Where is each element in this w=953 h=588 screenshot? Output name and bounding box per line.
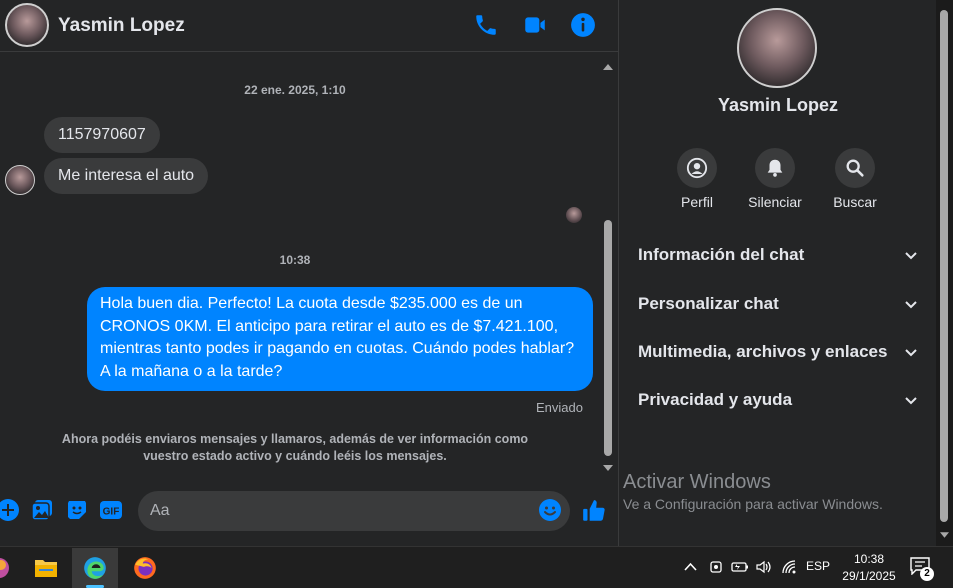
wifi-icon[interactable]: [781, 559, 797, 575]
file-explorer-icon: [35, 560, 57, 577]
chevron-down-icon: [905, 301, 917, 309]
contact-name[interactable]: Yasmin Lopez: [58, 15, 185, 37]
scroll-up-icon[interactable]: [603, 64, 613, 70]
profile-button[interactable]: Perfil: [657, 148, 737, 210]
notification-center[interactable]: 2: [910, 557, 934, 581]
activation-title: Activar Windows: [623, 471, 771, 493]
window-scrollbar[interactable]: [936, 0, 953, 546]
language-indicator[interactable]: ESP: [806, 559, 830, 573]
section-chat-info[interactable]: Información del chat: [638, 243, 918, 267]
composer: GIF: [0, 488, 618, 536]
section-media-files[interactable]: Multimedia, archivos y enlaces: [638, 340, 918, 364]
meet-now-icon[interactable]: [709, 559, 723, 575]
activation-subtitle: Ve a Configuración para activar Windows.: [623, 496, 883, 512]
message-incoming[interactable]: Me interesa el auto: [44, 158, 209, 194]
plus-icon[interactable]: [0, 498, 20, 522]
info-icon[interactable]: [570, 12, 596, 38]
timestamp: 22 ene. 2025, 1:10: [244, 83, 346, 97]
emoji-icon[interactable]: [538, 498, 562, 522]
section-label: Multimedia, archivos y enlaces: [638, 342, 888, 361]
taskbar-file-explorer[interactable]: [23, 548, 69, 588]
search-icon: [846, 159, 864, 177]
battery-icon[interactable]: [731, 560, 749, 574]
chat-scrollbar[interactable]: [600, 60, 616, 475]
section-customize-chat[interactable]: Personalizar chat: [638, 292, 918, 316]
chevron-down-icon: [905, 397, 917, 405]
clock-date: 29/1/2025: [842, 569, 896, 583]
messenger-app: Yasmin Lopez 22 ene. 2025, 1:10 11579706…: [0, 0, 953, 546]
taskbar-firefox[interactable]: [122, 548, 168, 588]
scroll-down-icon[interactable]: [603, 465, 613, 471]
like-icon[interactable]: [581, 498, 607, 524]
avatar[interactable]: [5, 165, 35, 195]
app-icon: [0, 558, 9, 578]
chat-panel: Yasmin Lopez 22 ene. 2025, 1:10 11579706…: [0, 0, 618, 546]
mute-button[interactable]: Silenciar: [735, 148, 815, 210]
gif-icon[interactable]: GIF: [99, 498, 123, 522]
chat-notice: Ahora podéis enviaros mensajes y llamaro…: [61, 432, 529, 463]
volume-icon[interactable]: [755, 560, 773, 574]
image-icon[interactable]: [30, 498, 54, 522]
mute-label: Silenciar: [748, 194, 802, 210]
taskbar-app[interactable]: [0, 548, 22, 588]
profile-label: Perfil: [681, 194, 713, 210]
taskbar: ESP 10:38 29/1/2025 2: [0, 546, 953, 588]
timestamp: 10:38: [279, 253, 311, 267]
window-scroll-thumb[interactable]: [940, 10, 948, 522]
video-icon[interactable]: [522, 12, 548, 38]
chat-info-panel: Yasmin Lopez Perfil Silenciar Buscar Inf…: [618, 0, 936, 546]
scroll-down-icon[interactable]: [940, 532, 949, 538]
chevron-down-icon: [905, 252, 917, 260]
message-incoming[interactable]: 1157970607: [44, 117, 160, 153]
section-label: Privacidad y ayuda: [638, 390, 793, 409]
notification-badge: 2: [920, 567, 934, 581]
search-button[interactable]: Buscar: [815, 148, 895, 210]
taskbar-edge[interactable]: [72, 548, 118, 588]
avatar[interactable]: [737, 8, 817, 88]
message-outgoing[interactable]: Hola buen dia. Perfecto! La cuota desde …: [87, 287, 593, 391]
scroll-thumb[interactable]: [604, 220, 612, 456]
clock[interactable]: 10:38 29/1/2025: [830, 551, 908, 585]
chevron-up-icon[interactable]: [684, 562, 697, 571]
sidebar-contact-name: Yasmin Lopez: [717, 95, 839, 115]
avatar[interactable]: [5, 3, 49, 47]
svg-text:GIF: GIF: [103, 507, 120, 518]
firefox-icon: [134, 557, 156, 579]
message-status: Enviado: [536, 400, 583, 415]
chevron-down-icon: [905, 349, 917, 357]
chat-header: Yasmin Lopez: [0, 0, 618, 52]
search-label: Buscar: [833, 194, 877, 210]
sticker-icon[interactable]: [65, 498, 89, 522]
profile-icon: [686, 157, 708, 179]
clock-time: 10:38: [853, 552, 885, 566]
section-label: Personalizar chat: [638, 294, 779, 313]
message-list[interactable]: 22 ene. 2025, 1:10 1157970607 Me interes…: [0, 53, 600, 478]
seen-avatar: [566, 207, 582, 223]
section-label: Información del chat: [638, 245, 805, 264]
section-privacy-help[interactable]: Privacidad y ayuda: [638, 388, 918, 412]
phone-icon[interactable]: [473, 12, 499, 38]
edge-icon: [84, 557, 106, 579]
bell-icon: [767, 159, 783, 177]
message-input[interactable]: [138, 491, 570, 531]
